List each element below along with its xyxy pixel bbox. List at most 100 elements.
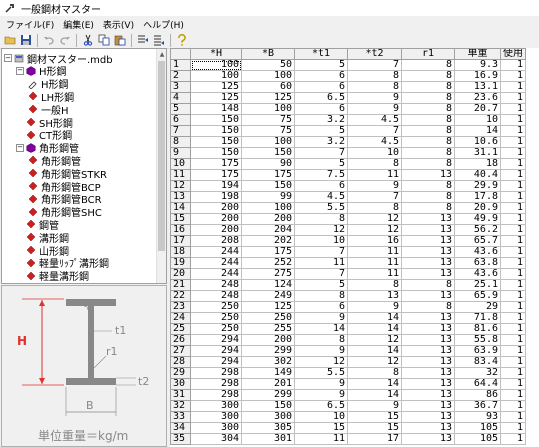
grid-cell[interactable]: 8: [401, 279, 455, 291]
cut-icon[interactable]: [81, 34, 94, 47]
grid-cell[interactable]: 1: [500, 334, 526, 346]
grid-cell[interactable]: 12: [347, 356, 402, 368]
grid-cell[interactable]: 6: [294, 70, 348, 82]
grid-cell[interactable]: 175: [241, 169, 295, 181]
grid-cell[interactable]: 252: [241, 257, 295, 269]
grid-cell[interactable]: 4.5: [347, 114, 402, 126]
table-row[interactable]: 14 200 100 5.5 8 8 20.9 1: [170, 202, 526, 214]
column-header[interactable]: 単重: [454, 48, 501, 60]
grid-cell[interactable]: 100: [190, 70, 242, 82]
grid-cell[interactable]: 4.5: [294, 191, 348, 203]
grid-cell[interactable]: 64.4: [454, 378, 501, 390]
grid-cell[interactable]: 8: [347, 279, 402, 291]
grid-cell[interactable]: 36.7: [454, 400, 501, 412]
grid-cell[interactable]: 13: [401, 378, 455, 390]
grid-cell[interactable]: 14: [347, 345, 402, 357]
grid-cell[interactable]: 300: [190, 400, 242, 412]
table-row[interactable]: 5 148 100 6 9 8 20.7 1: [170, 103, 526, 115]
append-row-icon[interactable]: [152, 34, 165, 47]
table-row[interactable]: 3 125 60 6 8 8 13.1 1: [170, 81, 526, 93]
grid-cell[interactable]: 6.5: [294, 400, 348, 412]
grid-cell[interactable]: 8: [401, 191, 455, 203]
grid-cell[interactable]: 8: [401, 103, 455, 115]
column-header[interactable]: r1: [401, 48, 455, 60]
table-row[interactable]: 27 294 299 9 14 13 63.9 1: [170, 345, 526, 357]
grid-cell[interactable]: 300: [190, 422, 242, 434]
grid-cell[interactable]: 15: [347, 422, 402, 434]
grid-cell[interactable]: 255: [241, 323, 295, 335]
grid-cell[interactable]: 125: [190, 92, 242, 104]
table-row[interactable]: 7 150 75 5 7 8 14 1: [170, 125, 526, 137]
grid-cell[interactable]: 13: [401, 246, 455, 258]
copy-icon[interactable]: [97, 34, 110, 47]
grid-cell[interactable]: 23.6: [454, 92, 501, 104]
grid-cell[interactable]: 13: [401, 345, 455, 357]
grid-cell[interactable]: 294: [190, 334, 242, 346]
grid-cell[interactable]: 10: [454, 114, 501, 126]
grid-cell[interactable]: 1: [500, 367, 526, 379]
table-row[interactable]: 17 208 202 10 16 13 65.7 1: [170, 235, 526, 247]
table-row[interactable]: 19 244 252 11 11 13 63.8 1: [170, 257, 526, 269]
grid-cell[interactable]: 9: [347, 180, 402, 192]
grid-cell[interactable]: 1: [500, 257, 526, 269]
grid-cell[interactable]: 1: [500, 246, 526, 258]
grid-cell[interactable]: 1: [500, 290, 526, 302]
grid-cell[interactable]: 1: [500, 323, 526, 335]
grid-cell[interactable]: 13: [401, 411, 455, 423]
grid-cell[interactable]: 13: [401, 422, 455, 434]
grid-cell[interactable]: 150: [241, 400, 295, 412]
grid-cell[interactable]: 248: [190, 279, 242, 291]
grid-cell[interactable]: 8: [401, 125, 455, 137]
grid-cell[interactable]: 105: [454, 422, 501, 434]
grid-cell[interactable]: 11: [347, 257, 402, 269]
grid-cell[interactable]: 7: [347, 191, 402, 203]
grid-cell[interactable]: 125: [190, 81, 242, 93]
grid-cell[interactable]: 86: [454, 389, 501, 401]
grid-cell[interactable]: 15: [347, 411, 402, 423]
column-header[interactable]: *B: [241, 48, 295, 60]
grid-cell[interactable]: 100: [190, 59, 242, 71]
help-icon[interactable]: [175, 34, 188, 47]
grid-cell[interactable]: 71.8: [454, 312, 501, 324]
grid-cell[interactable]: 10: [347, 147, 402, 159]
grid-cell[interactable]: 294: [190, 345, 242, 357]
grid-cell[interactable]: 3.2: [294, 114, 348, 126]
table-row[interactable]: 10 175 90 5 8 8 18 1: [170, 158, 526, 170]
grid-cell[interactable]: 1: [500, 224, 526, 236]
grid-cell[interactable]: 83.4: [454, 356, 501, 368]
grid-cell[interactable]: 13: [401, 235, 455, 247]
grid-cell[interactable]: 12: [294, 356, 348, 368]
table-row[interactable]: 16 200 204 12 12 13 56.2 1: [170, 224, 526, 236]
grid-cell[interactable]: 9.3: [454, 59, 501, 71]
grid-cell[interactable]: 5: [294, 125, 348, 137]
grid-cell[interactable]: 43.6: [454, 268, 501, 280]
table-row[interactable]: 11 175 175 7.5 11 13 40.4 1: [170, 169, 526, 181]
grid-cell[interactable]: 7.5: [294, 169, 348, 181]
grid-cell[interactable]: 1: [500, 345, 526, 357]
grid-cell[interactable]: 1: [500, 70, 526, 82]
table-row[interactable]: 6 150 75 3.2 4.5 8 10 1: [170, 114, 526, 126]
table-row[interactable]: 31 298 299 9 14 13 86 1: [170, 389, 526, 401]
grid-cell[interactable]: 29.9: [454, 180, 501, 192]
scroll-thumb[interactable]: [158, 61, 165, 251]
grid-cell[interactable]: 125: [241, 92, 295, 104]
grid-cell[interactable]: 1: [500, 92, 526, 104]
table-row[interactable]: 33 300 300 10 15 13 93 1: [170, 411, 526, 423]
grid-cell[interactable]: 304: [190, 433, 242, 445]
grid-cell[interactable]: 248: [190, 290, 242, 302]
column-header[interactable]: *H: [190, 48, 242, 60]
grid-cell[interactable]: 1: [500, 136, 526, 148]
grid-cell[interactable]: 1: [500, 125, 526, 137]
table-row[interactable]: 28 294 302 12 12 13 83.4 1: [170, 356, 526, 368]
table-row[interactable]: 34 300 305 15 15 13 105 1: [170, 422, 526, 434]
grid-cell[interactable]: 9: [294, 389, 348, 401]
grid-cell[interactable]: 298: [190, 367, 242, 379]
grid-cell[interactable]: 65.7: [454, 235, 501, 247]
grid-cell[interactable]: 65.9: [454, 290, 501, 302]
grid-cell[interactable]: 20.7: [454, 103, 501, 115]
grid-cell[interactable]: 8: [401, 70, 455, 82]
grid-cell[interactable]: 1: [500, 191, 526, 203]
column-header[interactable]: *t1: [294, 48, 348, 60]
grid-cell[interactable]: 14: [347, 323, 402, 335]
grid-cell[interactable]: 148: [190, 103, 242, 115]
